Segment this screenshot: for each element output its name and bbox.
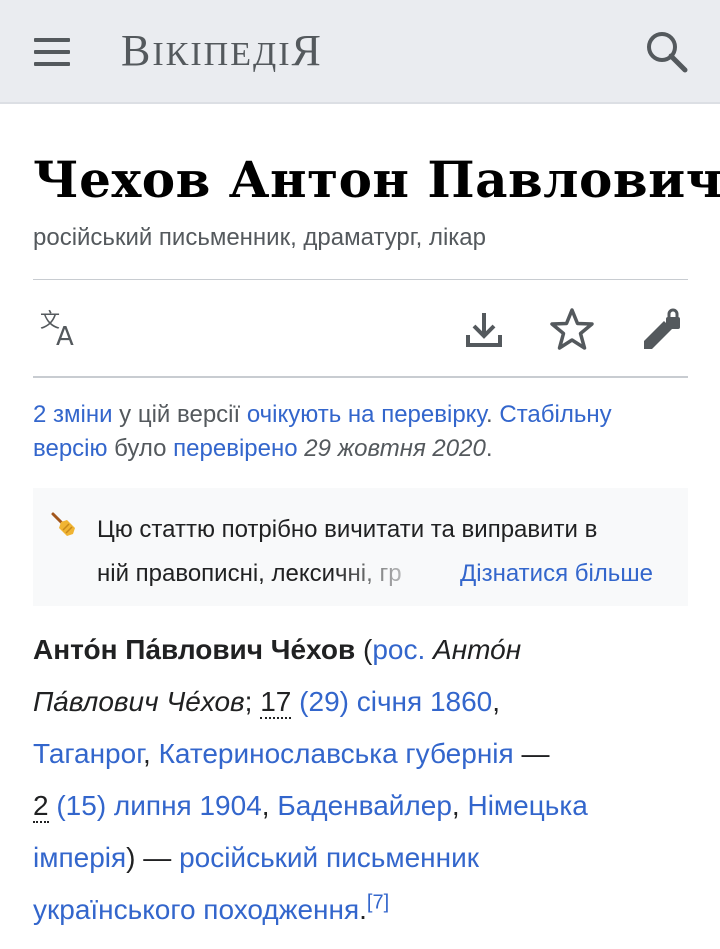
divider bbox=[33, 376, 688, 378]
old-style-date: 2 bbox=[33, 790, 49, 823]
edit-locked-icon[interactable] bbox=[636, 303, 688, 355]
download-icon[interactable] bbox=[458, 303, 510, 355]
learn-more-link[interactable]: Дізнатися більше bbox=[460, 552, 653, 596]
svg-text:A: A bbox=[56, 322, 74, 352]
text: було bbox=[107, 435, 174, 462]
logo-end: я bbox=[291, 26, 323, 75]
old-style-date: 17 bbox=[260, 686, 292, 719]
lead-paragraph: Анто́н Па́влович Че́хов (рос. Анто́н Па́в… bbox=[33, 624, 693, 936]
text: ; bbox=[244, 686, 261, 717]
search-icon[interactable] bbox=[640, 25, 696, 81]
text-fade bbox=[333, 552, 443, 596]
star-icon[interactable] bbox=[546, 303, 598, 355]
birth-date-link[interactable]: (29) січня 1860 bbox=[299, 686, 492, 717]
link-text: Стабільну bbox=[499, 401, 612, 428]
lang-link[interactable]: рос. bbox=[372, 634, 425, 665]
text: ( bbox=[355, 634, 373, 665]
wikipedia-logo[interactable]: ВІКІПЕДІя bbox=[121, 27, 323, 79]
review-date: 29 жовтня 2020 bbox=[304, 435, 486, 462]
checked-link[interactable]: перевірено bbox=[173, 435, 297, 462]
translate-icon[interactable]: 文 A bbox=[34, 303, 86, 355]
text: — bbox=[513, 738, 550, 769]
cleanup-line: Цю статтю потрібно вичитати та виправити… bbox=[97, 516, 598, 543]
logo-initial: В bbox=[121, 26, 153, 75]
death-place-link[interactable]: Баденвайлер bbox=[277, 790, 452, 821]
broom-icon bbox=[49, 510, 77, 538]
text: , bbox=[261, 790, 278, 821]
text: , bbox=[451, 790, 468, 821]
text: у цій версії bbox=[112, 401, 247, 428]
reference-link[interactable]: [7] bbox=[367, 892, 389, 914]
text: . bbox=[485, 435, 493, 462]
top-bar: ВІКІПЕДІя bbox=[0, 0, 720, 104]
flagged-revs-notice: 2 зміни у цій версії очікують на перевір… bbox=[33, 398, 688, 466]
ukrainian-origin-link[interactable]: українського походження bbox=[33, 894, 359, 925]
menu-icon[interactable] bbox=[24, 27, 80, 77]
russian-name: Анто́н bbox=[425, 634, 522, 665]
link-text: Німецька bbox=[467, 790, 588, 821]
menu-line bbox=[34, 38, 70, 42]
link-text: версію bbox=[33, 435, 108, 462]
subject-name: Анто́н Па́влович Че́хов bbox=[33, 634, 356, 665]
changes-link[interactable]: 2 зміни bbox=[33, 401, 113, 428]
page-title: Чехов Антон Павлович bbox=[33, 150, 720, 209]
text: , bbox=[492, 686, 501, 717]
cleanup-notice[interactable]: Цю статтю потрібно вичитати та виправити… bbox=[33, 488, 688, 606]
pending-review-link[interactable]: очікують на перевірку bbox=[247, 401, 486, 428]
russian-name: Па́влович Че́хов bbox=[33, 686, 245, 717]
text: , bbox=[143, 738, 159, 769]
page-description: російський письменник, драматург, лікар bbox=[33, 224, 486, 251]
death-date-link[interactable]: (15) липня 1904 bbox=[56, 790, 261, 821]
writer-link[interactable]: російський письменник bbox=[179, 842, 479, 873]
menu-line bbox=[34, 50, 70, 54]
logo-rest: ІКІПЕДІ bbox=[152, 36, 292, 73]
text: . bbox=[486, 401, 500, 428]
gubernia-link[interactable]: Катеринославська губернія bbox=[159, 738, 514, 769]
divider bbox=[33, 279, 688, 280]
birth-city-link[interactable]: Таганрог bbox=[33, 738, 143, 769]
text: ) — bbox=[126, 842, 180, 873]
menu-line bbox=[34, 62, 70, 66]
link-text: імперія bbox=[33, 842, 127, 873]
text: . bbox=[359, 894, 367, 925]
